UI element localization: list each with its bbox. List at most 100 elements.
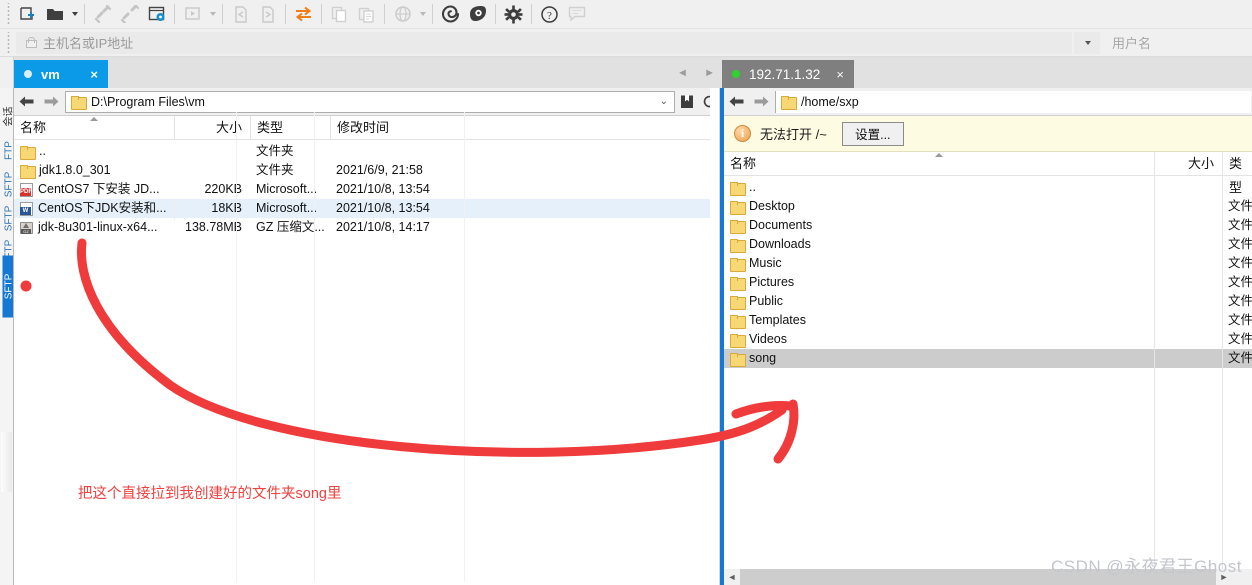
table-row-selected[interactable]: W CentOS下JDK安装和... 18KB Microsoft... 202… — [14, 199, 720, 218]
table-row[interactable]: Music 文件夹 — [724, 254, 1252, 273]
bookmark-icon[interactable] — [676, 89, 698, 115]
column-header-name[interactable]: 名称 — [14, 116, 174, 140]
file-modified — [330, 142, 480, 161]
feedback-icon[interactable] — [563, 2, 590, 27]
run-script-icon[interactable] — [179, 2, 206, 27]
sftp-icon[interactable] — [464, 2, 491, 27]
warning-settings-button[interactable]: 设置... — [841, 121, 904, 146]
session-settings-icon[interactable] — [143, 2, 170, 27]
table-row[interactable]: Downloads 文件夹 — [724, 235, 1252, 254]
file-name: .. — [749, 180, 756, 194]
table-row[interactable]: PDF CentOS7 下安装 JD... 220KB Microsoft...… — [14, 180, 720, 199]
paste-icon[interactable] — [353, 2, 380, 27]
table-row[interactable]: Pictures 文件夹 — [724, 273, 1252, 292]
folder-icon — [71, 95, 87, 110]
download-file-icon[interactable] — [254, 2, 281, 27]
host-address-input[interactable]: 主机名或IP地址 — [16, 31, 1072, 54]
column-guide — [1154, 152, 1155, 585]
table-row[interactable]: Videos 文件夹 — [724, 330, 1252, 349]
column-header-modified[interactable]: 修改时间 — [330, 115, 480, 140]
help-icon[interactable]: ? — [536, 2, 563, 27]
column-header-size-label: 大小 — [1187, 155, 1214, 171]
toolbar-separator — [321, 4, 322, 24]
toolbar-drag-handle[interactable] — [4, 3, 14, 25]
session-tab-vm[interactable]: vm × — [14, 60, 108, 88]
upload-file-icon[interactable] — [227, 2, 254, 27]
arrow-left-icon[interactable] — [14, 89, 39, 115]
settings-gear-icon[interactable] — [500, 2, 527, 27]
table-row[interactable]: GZ jdk-8u301-linux-x64... 138.78MB GZ 压缩… — [14, 218, 720, 237]
globe-dropdown-caret[interactable] — [416, 2, 428, 27]
tab-scroll-prev-icon[interactable]: ◄ — [677, 67, 688, 79]
column-divider — [174, 200, 175, 220]
column-header-name-label: 名称 — [730, 155, 757, 171]
address-row: 主机名或IP地址 用户名 — [0, 29, 1252, 57]
column-header-size[interactable]: 大小 — [174, 115, 250, 140]
username-input[interactable]: 用户名 — [1100, 31, 1250, 54]
table-row[interactable]: .. 文件夹 — [14, 142, 720, 161]
toolbar-separator — [222, 4, 223, 24]
host-history-dropdown[interactable] — [1074, 31, 1100, 54]
arrow-right-icon[interactable] — [39, 89, 64, 115]
chevron-down-icon[interactable]: ⌄ — [660, 96, 668, 107]
left-strip-scroll-thumb[interactable] — [1, 432, 12, 492]
table-row[interactable]: jdk1.8.0_301 文件夹 2021/6/9, 21:58 — [14, 161, 720, 180]
table-row[interactable]: Documents 文件夹 — [724, 216, 1252, 235]
column-header-name[interactable]: 名称 — [724, 152, 1154, 176]
file-size — [1154, 292, 1222, 311]
disconnect-icon[interactable] — [116, 2, 143, 27]
open-folder-icon[interactable] — [41, 2, 68, 27]
column-header-type[interactable]: 类型 — [250, 115, 330, 140]
username-placeholder: 用户名 — [1112, 36, 1152, 51]
file-size — [174, 142, 250, 161]
file-modified: 2021/10/8, 13:54 — [336, 182, 430, 196]
close-icon[interactable]: × — [836, 67, 844, 82]
folder-icon — [730, 200, 746, 215]
sort-ascending-icon — [90, 116, 98, 121]
column-header-type[interactable]: 类型 — [1222, 151, 1252, 195]
file-type: 文件夹 — [1228, 294, 1252, 308]
folder-icon — [730, 257, 746, 272]
address-drag-handle[interactable] — [4, 31, 14, 54]
gz-archive-icon: GZ — [20, 221, 33, 235]
file-name: .. — [39, 144, 46, 158]
scroll-left-icon[interactable]: ◄ — [724, 569, 740, 585]
toolbar-separator — [174, 4, 175, 24]
column-header-type-label: 类型 — [257, 119, 284, 135]
globe-icon[interactable] — [389, 2, 416, 27]
table-row[interactable]: Desktop 文件夹 — [724, 197, 1252, 216]
table-row[interactable]: Templates 文件夹 — [724, 311, 1252, 330]
file-size: 220KB — [204, 182, 242, 196]
arrow-right-icon[interactable] — [749, 89, 774, 115]
table-row[interactable]: .. — [724, 178, 1252, 197]
tabbar-left-edge — [0, 57, 14, 88]
sort-ascending-icon — [935, 152, 943, 157]
vstrip-item-5-selected[interactable]: SFTP — [2, 255, 13, 318]
shell-icon[interactable] — [437, 2, 464, 27]
connect-icon[interactable] — [89, 2, 116, 27]
arrow-left-icon[interactable] — [724, 89, 749, 115]
file-name: Pictures — [749, 275, 795, 289]
copy-icon[interactable] — [326, 2, 353, 27]
close-icon[interactable]: × — [90, 67, 98, 82]
word-file-icon: W — [20, 201, 33, 216]
session-tab-192-71-1-32[interactable]: 192.71.1.32 × — [722, 60, 854, 88]
column-header-size[interactable]: 大小 — [1154, 151, 1222, 176]
tab-scroll-next-icon[interactable]: ► — [704, 67, 715, 79]
file-type: 文件夹 — [256, 163, 294, 177]
table-row[interactable]: Public 文件夹 — [724, 292, 1252, 311]
new-session-icon[interactable] — [14, 2, 41, 27]
column-header-modified-label: 修改时间 — [337, 119, 390, 135]
transfer-icon[interactable] — [290, 2, 317, 27]
remote-warning-bar: i 无法打开 /~ 设置... — [724, 116, 1252, 152]
table-row-selected-song[interactable]: song 文件夹 — [724, 349, 1252, 368]
remote-nav-bar: /home/sxp — [724, 88, 1252, 116]
open-folder-dropdown-caret[interactable] — [68, 2, 80, 27]
remote-path-input[interactable]: /home/sxp — [775, 90, 1251, 113]
local-path-input[interactable]: D:\Program Files\vm ⌄ — [65, 90, 675, 113]
file-name: jdk1.8.0_301 — [39, 163, 111, 177]
annotation-text: 把这个直接拉到我创建好的文件夹song里 — [78, 486, 342, 502]
run-script-dropdown-caret[interactable] — [206, 2, 218, 27]
file-size — [1154, 311, 1222, 330]
toolbar-separator — [432, 4, 433, 24]
